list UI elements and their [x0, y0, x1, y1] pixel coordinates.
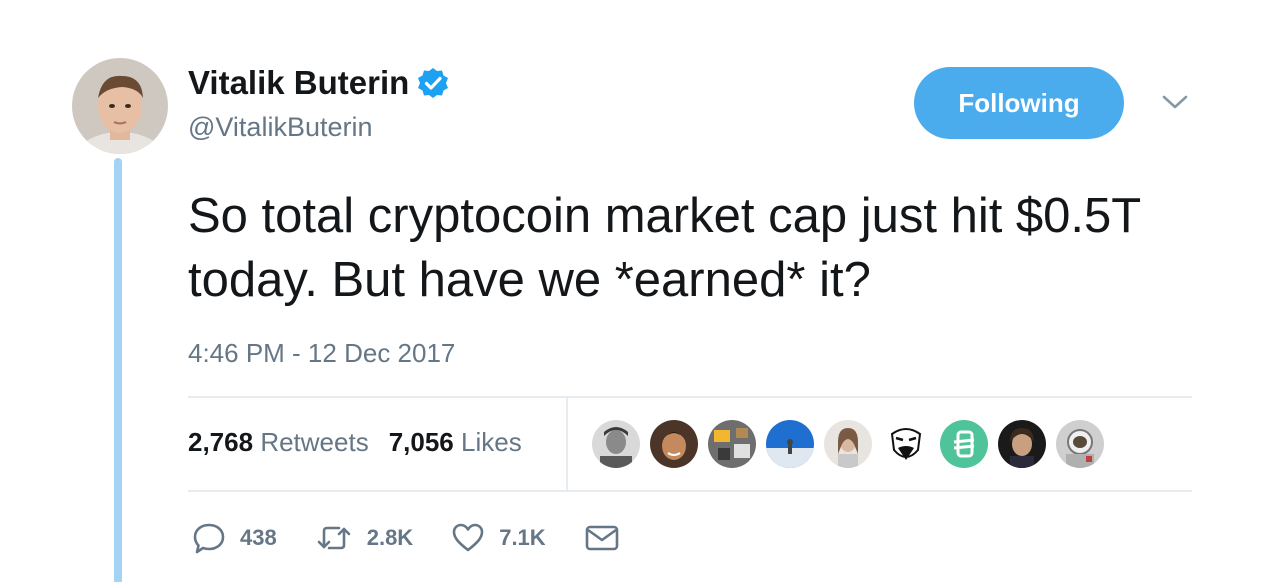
author-display-name[interactable]: Vitalik Buterin	[188, 64, 409, 102]
retweet-button[interactable]: 2.8K	[315, 521, 413, 555]
divider-top	[188, 396, 1192, 398]
thread-line	[114, 158, 122, 582]
verified-badge-icon	[417, 67, 449, 99]
following-button[interactable]: Following	[914, 67, 1124, 139]
chevron-down-icon[interactable]	[1160, 90, 1190, 114]
liker-avatar[interactable]	[650, 420, 698, 468]
liker-avatar[interactable]	[998, 420, 1046, 468]
stats-separator	[566, 398, 568, 490]
retweets-stat[interactable]: 2,768 Retweets	[188, 427, 369, 458]
retweet-count: 2.8K	[366, 525, 414, 550]
likes-stat-count: 7,056	[388, 427, 454, 457]
author-name-row[interactable]: Vitalik Buterin	[188, 64, 449, 102]
like-button[interactable]: 7.1K	[451, 521, 546, 555]
reply-icon	[193, 523, 225, 554]
tweet-stats: 2,768 Retweets 7,056 Likes	[188, 427, 522, 458]
liker-avatar[interactable]	[882, 420, 930, 468]
likes-stat-label: Likes	[461, 427, 522, 457]
liker-avatar[interactable]	[1056, 420, 1104, 468]
reply-button[interactable]: 438	[192, 521, 277, 555]
likes-stat[interactable]: 7,056 Likes	[389, 427, 522, 458]
liker-avatar[interactable]	[592, 420, 640, 468]
divider-bottom	[188, 490, 1192, 492]
like-count: 7.1K	[499, 525, 546, 550]
retweets-stat-label: Retweets	[260, 427, 369, 457]
author-handle[interactable]: @VitalikButerin	[188, 112, 373, 143]
envelope-icon	[585, 525, 618, 551]
liker-avatars	[592, 420, 1104, 468]
heart-icon	[452, 523, 484, 552]
liker-avatar[interactable]	[766, 420, 814, 468]
reply-count: 438	[240, 525, 277, 550]
direct-message-button[interactable]	[584, 523, 620, 553]
liker-avatar[interactable]	[708, 420, 756, 468]
tweet-actions: 438 2.8K 7.1K	[192, 520, 658, 556]
liker-avatar[interactable]	[940, 420, 988, 468]
retweet-icon	[317, 526, 351, 550]
retweets-stat-count: 2,768	[188, 427, 254, 457]
tweet-timestamp[interactable]: 4:46 PM - 12 Dec 2017	[188, 338, 455, 369]
tweet-text: So total cryptocoin market cap just hit …	[188, 189, 1141, 307]
author-avatar[interactable]	[72, 58, 168, 154]
liker-avatar[interactable]	[824, 420, 872, 468]
